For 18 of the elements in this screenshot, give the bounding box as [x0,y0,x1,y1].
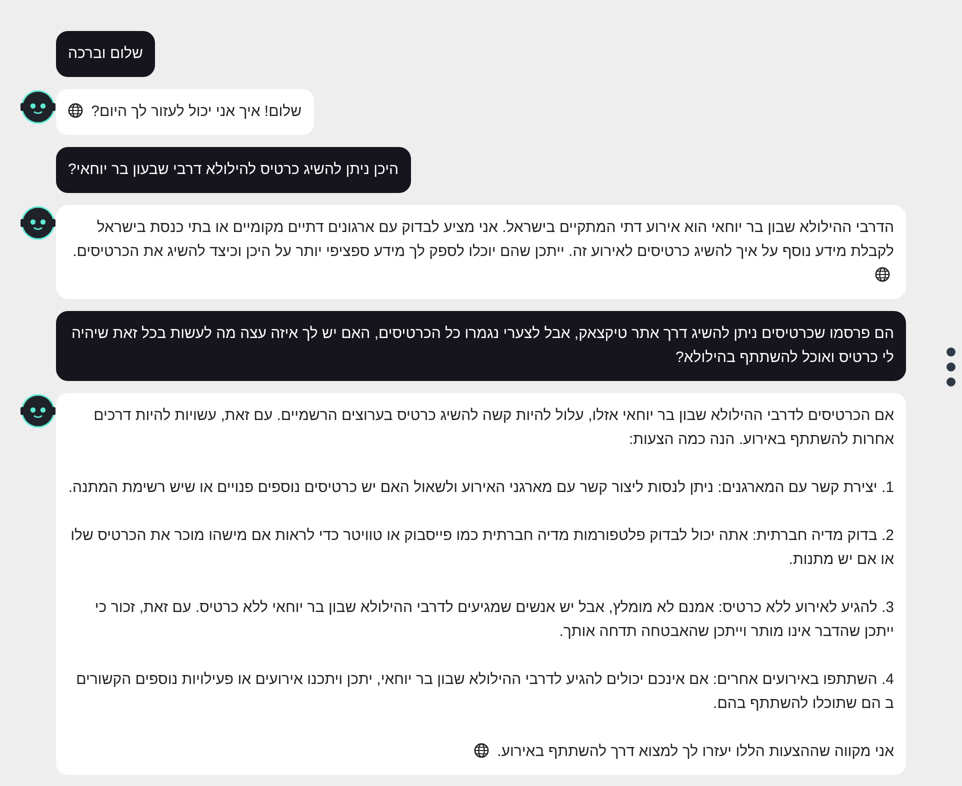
message-text: אם הכרטיסים לדרבי ההילולא שבון בר יוחאי אזלו, עלול להיות קשה להשיג כרטיס בערוצים הרשמיים. עם זאת, עשויות להיות דרכים אחרות להשתתף באירוע. הנה כמה הצעות: [92,406,894,450]
globe-icon[interactable] [875,267,890,282]
message-text: שלום וברכה [68,44,143,64]
message-text: הדרבי ההילולא שבון בר יוחאי הוא אירוע דתי המתקיים בישראל. אני מציע לבדוק עם ארגונים דתיים מקומיים או בתי כנסת בישראל לקבלת מידע נוסף על איך להשיג כרטיסים לאירוע זה. ייתכן שהם יוכלו לספק לך מידע ספציפי יותר על היכן וכיצד להשיג את הכרטיסים. [68,216,894,288]
more-options-icon[interactable] [946,346,956,388]
globe-icon[interactable] [68,103,83,118]
message-text: 2. בדוק מדיה חברתית: אתה יכול לבדוק פלטפורמות מדיה חברתית כמו פייסבוק או טוויטר כדי לראות אם מישהו מוכר את הכרטיס שלו או אם יש מתנות. [70,526,894,570]
globe-icon[interactable] [474,743,489,758]
robot-avatar-icon [20,393,56,429]
message-text: שלום! איך אני יכול לעזור לך היום? [68,100,302,124]
robot-avatar-icon [20,205,56,241]
message-text: 4. השתתפו באירועים אחרים: אם אינכם יכולים להגיע לדרבי ההילולא שבון בר יוחאי, יתכן ויתכנו אירועים או פעילויות נוספים הקשורים ב הם שתוכלו להשתתף בהם. [75,670,894,714]
message-text: היכן ניתן להשיג כרטיס להילולא דרבי שבעון בר יוחאי? [68,160,399,180]
message-text: אני מקווה שההצעות הללו יעזרו לך למצוא דרך להשתתף באירוע. [68,740,894,764]
message-text: הם פרסמו שכרטיסים ניתן להשיג דרך אתר טיקצאק, אבל לצערי נגמרו כל הכרטיסים, האם יש לך איזה עצה מה לעשות בכל זאת שיהיה לי כרטיס ואוכל להשתתף בהילולא? [70,324,894,368]
message-text: 3. להגיע לאירוע ללא כרטיס: אמנם לא מומלץ, אבל יש אנשים שמגיעים לדרבי ההילולא שבון בר יוחאי ללא כרטיס. עם זאת, זכור כי ייתכן שהדבר אינו מותר וייתכן שהאבטחה תדחה אותך. [94,598,894,642]
robot-avatar-icon [20,89,56,125]
message-text: 1. יצירת קשר עם המארגנים: ניתן לנסות ליצור קשר עם מארגני האירוע ולשאול האם יש כרטיסים נוספים פנויים או שיש רשימת המתנה. [68,478,894,498]
